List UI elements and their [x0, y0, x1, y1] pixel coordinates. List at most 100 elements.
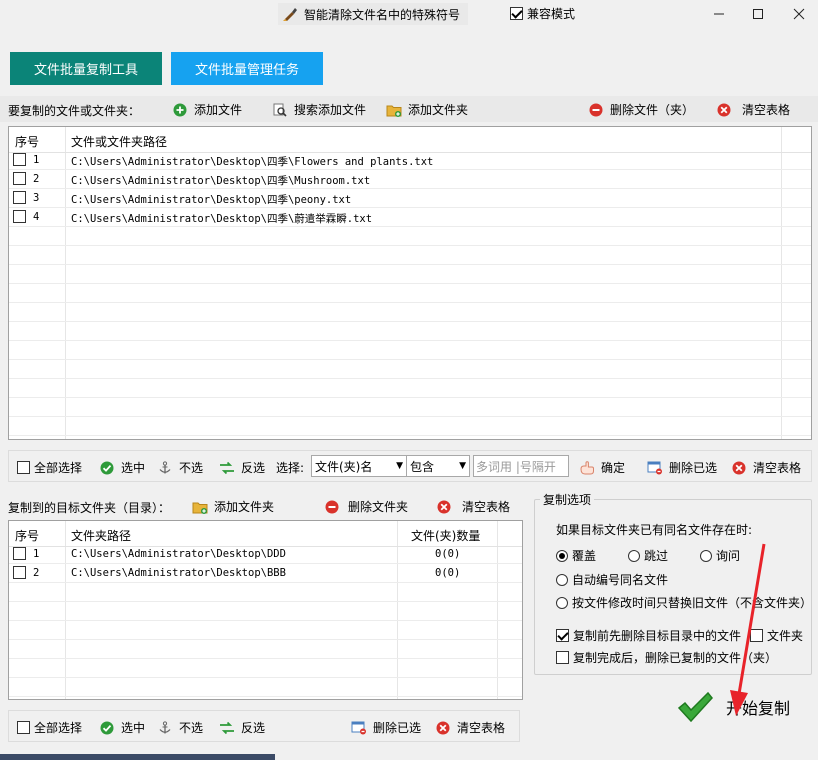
target-select-bar: 全部选择 选中 不选 反选 删除已选 清空表格	[8, 710, 520, 742]
delete-before-checkbox[interactable]	[556, 629, 569, 642]
row-checkbox[interactable]	[13, 210, 26, 223]
select-button[interactable]: 选中	[99, 459, 145, 476]
row-index: 2	[33, 173, 40, 185]
target-delete-folder-button[interactable]: 删除文件夹	[324, 498, 408, 515]
row-checkbox[interactable]	[13, 566, 26, 579]
target-clear-button[interactable]: 清空表格	[436, 498, 510, 515]
minimize-icon	[714, 13, 724, 15]
radio-skip-label: 跳过	[644, 549, 669, 563]
delete-before-label: 复制前先删除目标目录中的文件	[573, 629, 742, 643]
radio-auto-number-dot[interactable]	[556, 573, 568, 586]
copy-options-title: 复制选项	[540, 491, 595, 508]
window-title: 智能清除文件名中的特殊符号	[304, 7, 461, 22]
delete-selected-button[interactable]: 删除已选	[647, 459, 717, 476]
table-row	[9, 246, 811, 265]
table-row[interactable]: 1 C:\Users\Administrator\Desktop\DDD 0(0)	[9, 545, 522, 564]
table-header: 序号 文件夹路径 文件(夹)数量	[9, 521, 522, 547]
table-row	[9, 303, 811, 322]
table-row	[9, 360, 811, 379]
invert-button[interactable]: 反选	[219, 459, 265, 476]
row-checkbox[interactable]	[13, 153, 26, 166]
radio-replace-old[interactable]: 按文件修改时间只替换旧文件（不含文件夹）	[556, 594, 812, 611]
radio-skip[interactable]: 跳过	[628, 547, 668, 564]
filter-op-select[interactable]: 包含 ▼	[406, 455, 470, 477]
radio-ask-dot[interactable]	[700, 549, 712, 562]
row-path: C:\Users\Administrator\Desktop\BBB	[71, 567, 286, 579]
target-delete-selected-button[interactable]: 删除已选	[351, 719, 421, 736]
table-row	[9, 678, 522, 697]
radio-overwrite[interactable]: 覆盖	[556, 547, 596, 564]
radio-replace-old-dot[interactable]	[556, 596, 568, 609]
target-invert-button[interactable]: 反选	[219, 719, 265, 736]
folder-add-icon	[192, 499, 208, 515]
row-checkbox[interactable]	[13, 191, 26, 204]
target-add-folder-button[interactable]: 添加文件夹	[192, 498, 274, 515]
bar-clear-button[interactable]: 清空表格	[731, 459, 801, 476]
row-checkbox[interactable]	[13, 172, 26, 185]
source-toolbar: 要复制的文件或文件夹： 添加文件 搜索添加文件 添加文件夹 删除文件（夹） 清空…	[0, 96, 818, 122]
maximize-button[interactable]	[745, 2, 771, 26]
tab-batch-manage[interactable]: 文件批量管理任务	[171, 52, 323, 85]
deselect-label: 不选	[179, 721, 204, 735]
table-row[interactable]: 3 C:\Users\Administrator\Desktop\四季\peony…	[9, 189, 811, 208]
target-clear-label: 清空表格	[462, 500, 511, 514]
filter-keyword-input[interactable]: 多词用 |号隔开	[473, 455, 569, 477]
table-row	[9, 602, 522, 621]
target-deselect-button[interactable]: 不选	[157, 719, 203, 736]
delete-after-checkbox[interactable]	[556, 651, 569, 664]
delete-file-button[interactable]: 删除文件（夹）	[588, 101, 694, 118]
table-row[interactable]: 2 C:\Users\Administrator\Desktop\四季\Mushr…	[9, 170, 811, 189]
row-checkbox[interactable]	[13, 547, 26, 560]
select-all-label: 全部选择	[34, 721, 83, 735]
add-file-button[interactable]: 添加文件	[172, 101, 242, 118]
select-all-toggle[interactable]: 全部选择	[17, 459, 82, 476]
table-row[interactable]: 1 C:\Users\Administrator\Desktop\四季\Flowe…	[9, 151, 811, 170]
target-bar-clear-button[interactable]: 清空表格	[435, 719, 505, 736]
hand-pointer-icon	[579, 460, 595, 476]
table-row	[9, 659, 522, 678]
table-row	[9, 284, 811, 303]
red-arrow-annotation	[730, 543, 766, 716]
target-toolbar: 复制到的目标文件夹（目录）： 添加文件夹 删除文件夹 清空表格	[0, 494, 528, 518]
minimize-button[interactable]	[706, 2, 732, 26]
col-index-header: 序号	[15, 529, 40, 543]
table-row	[9, 379, 811, 398]
compat-mode-toggle[interactable]: 兼容模式	[510, 5, 575, 22]
target-folder-table[interactable]: 序号 文件夹路径 文件(夹)数量 1 C:\Users\Administrator…	[8, 520, 523, 700]
radio-skip-dot[interactable]	[628, 549, 640, 562]
source-file-table[interactable]: 序号 文件或文件夹路径 1 C:\Users\Administrator\Desk…	[8, 126, 812, 440]
table-row[interactable]: 4 C:\Users\Administrator\Desktop\四季\蔚遣举霖瞬…	[9, 208, 811, 227]
col-path-header: 文件夹路径	[71, 529, 132, 543]
target-select-button[interactable]: 选中	[99, 719, 145, 736]
clear-table-button[interactable]: 清空表格	[716, 101, 790, 118]
target-select-all-toggle[interactable]: 全部选择	[17, 719, 82, 736]
invert-label: 反选	[241, 721, 266, 735]
delete-before-toggle[interactable]: 复制前先删除目标目录中的文件	[556, 627, 741, 644]
col-count-header: 文件(夹)数量	[411, 529, 481, 543]
col-index-header: 序号	[15, 135, 40, 149]
filter-field-select[interactable]: 文件(夹)名 ▼	[311, 455, 407, 477]
confirm-button[interactable]: 确定	[579, 459, 625, 476]
source-section-label: 要复制的文件或文件夹：	[8, 104, 141, 118]
add-folder-button[interactable]: 添加文件夹	[386, 101, 468, 118]
compat-checkbox[interactable]	[510, 7, 523, 20]
radio-overwrite-dot[interactable]	[556, 549, 568, 562]
radio-auto-number-label: 自动编号同名文件	[572, 573, 669, 587]
chevron-down-icon: ▼	[396, 461, 403, 471]
table-row[interactable]: 2 C:\Users\Administrator\Desktop\BBB 0(0)	[9, 564, 522, 583]
target-add-folder-label: 添加文件夹	[214, 500, 275, 514]
select-all-label: 全部选择	[34, 461, 83, 475]
radio-auto-number[interactable]: 自动编号同名文件	[556, 571, 668, 588]
deselect-button[interactable]: 不选	[157, 459, 203, 476]
select-all-checkbox[interactable]	[17, 721, 30, 734]
clear-table-label: 清空表格	[742, 103, 791, 117]
search-add-button[interactable]: 搜索添加文件	[272, 101, 366, 118]
close-button[interactable]	[786, 2, 812, 26]
row-count: 0(0)	[435, 548, 461, 560]
table-row	[9, 265, 811, 284]
invert-label: 反选	[241, 461, 266, 475]
table-row	[9, 322, 811, 341]
folder-add-icon	[386, 102, 402, 118]
tab-batch-copy[interactable]: 文件批量复制工具	[10, 52, 162, 85]
select-all-checkbox[interactable]	[17, 461, 30, 474]
